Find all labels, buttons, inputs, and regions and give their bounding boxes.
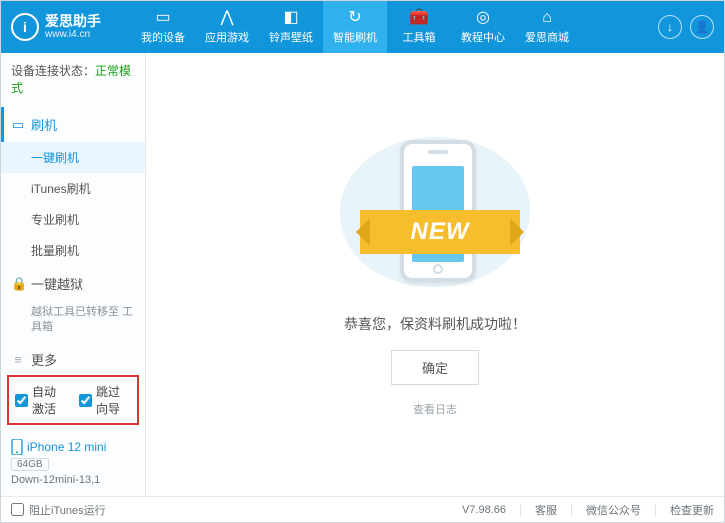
view-log-link[interactable]: 查看日志 [413,401,457,417]
footer: 阻止iTunes运行 V7.98.66 客服 微信公众号 检查更新 [1,496,724,522]
nav-apps-games[interactable]: ⋀ 应用游戏 [195,1,259,53]
nav-label: 我的设备 [141,29,185,45]
nav-tutorial[interactable]: ◎ 教程中心 [451,1,515,53]
jailbreak-note: 越狱工具已转移至 工具箱 [31,305,135,336]
phone-icon: ▭ [11,117,25,133]
device-name[interactable]: iPhone 12 mini [11,439,135,455]
nav-flash[interactable]: ↻ 智能刷机 [323,1,387,53]
wechat-link[interactable]: 微信公众号 [586,502,641,518]
main-content: NEW 恭喜您，保资料刷机成功啦！ 确定 查看日志 [146,53,724,496]
logo-icon: i [11,13,39,41]
status-label: 设备连接状态： [11,64,95,78]
toolbox-icon: 🧰 [409,10,429,26]
tutorial-icon: ◎ [476,10,490,26]
sidebar-item-itunes-flash[interactable]: iTunes刷机 [1,173,145,204]
sidebar: 设备连接状态：正常模式 ▭ 刷机 一键刷机 iTunes刷机 专业刷机 批量刷机… [1,53,146,496]
flash-icon: ↻ [348,10,361,26]
nav-my-device[interactable]: ▭ 我的设备 [131,1,195,53]
header-right: ↓ 👤 [658,15,714,39]
nav-label: 爱思商城 [525,29,569,45]
app-site: www.i4.cn [45,29,101,40]
lock-icon: 🔒 [11,276,25,292]
new-ribbon: NEW [360,210,520,254]
list-icon: ≡ [11,352,25,367]
user-button[interactable]: 👤 [690,15,714,39]
nav-label: 教程中心 [461,29,505,45]
sidebar-head-jailbreak[interactable]: 🔒 一键越狱 [1,266,145,301]
auto-activate-input[interactable] [15,394,28,407]
device-capacity: 64GB [11,458,49,471]
top-nav: ▭ 我的设备 ⋀ 应用游戏 ◧ 铃声壁纸 ↻ 智能刷机 🧰 工具箱 ◎ 教程中心 ⌂ 爱思商城 [131,1,658,53]
checkbox-label: 阻止iTunes运行 [29,502,106,518]
ok-button[interactable]: 确定 [391,350,479,385]
sidebar-head-flash[interactable]: ▭ 刷机 [1,107,145,142]
sidebar-item-batch-flash[interactable]: 批量刷机 [1,235,145,266]
nav-label: 应用游戏 [205,29,249,45]
check-update-link[interactable]: 检查更新 [670,502,714,518]
sidebar-item-pro-flash[interactable]: 专业刷机 [1,204,145,235]
sidebar-head-label: 更多 [31,350,57,369]
apps-icon: ⋀ [220,10,233,26]
checkbox-label: 自动激活 [32,383,67,417]
nav-mall[interactable]: ⌂ 爱思商城 [515,1,579,53]
connection-status: 设备连接状态：正常模式 [1,53,145,105]
phone-icon [11,439,23,455]
block-itunes-input[interactable] [11,503,24,516]
logo: i 爱思助手 www.i4.cn [11,13,131,41]
download-button[interactable]: ↓ [658,15,682,39]
device-info: iPhone 12 mini 64GB Down-12mini-13,1 [1,431,145,496]
device-name-text: iPhone 12 mini [27,440,106,454]
mall-icon: ⌂ [542,10,552,26]
skip-guide-input[interactable] [79,394,92,407]
ringtone-icon: ◧ [283,10,298,26]
nav-ringtones[interactable]: ◧ 铃声壁纸 [259,1,323,53]
sidebar-list: ▭ 刷机 一键刷机 iTunes刷机 专业刷机 批量刷机 🔒 一键越狱 越狱工具… [1,105,145,369]
checkbox-label: 跳过向导 [96,383,131,417]
flash-options-highlighted: 自动激活 跳过向导 [7,375,139,425]
success-message: 恭喜您，保资料刷机成功啦！ [344,314,526,334]
nav-toolbox[interactable]: 🧰 工具箱 [387,1,451,53]
skip-guide-checkbox[interactable]: 跳过向导 [79,383,131,417]
nav-label: 智能刷机 [333,29,377,45]
success-illustration: NEW [320,132,550,292]
device-icon: ▭ [155,10,170,26]
nav-label: 铃声壁纸 [269,29,313,45]
auto-activate-checkbox[interactable]: 自动激活 [15,383,67,417]
sidebar-head-label: 刷机 [31,115,57,134]
device-model: Down-12mini-13,1 [11,474,135,486]
customer-service-link[interactable]: 客服 [535,502,557,518]
app-title: 爱思助手 [45,14,101,29]
version-label: V7.98.66 [462,504,506,516]
sidebar-item-one-key-flash[interactable]: 一键刷机 [1,142,145,173]
block-itunes-checkbox[interactable]: 阻止iTunes运行 [11,502,106,518]
sidebar-head-more[interactable]: ≡ 更多 [1,342,145,369]
success-panel: NEW 恭喜您，保资料刷机成功啦！ 确定 查看日志 [320,132,550,417]
nav-label: 工具箱 [403,29,436,45]
sidebar-head-label: 一键越狱 [31,274,83,293]
header: i 爱思助手 www.i4.cn ▭ 我的设备 ⋀ 应用游戏 ◧ 铃声壁纸 ↻ 智能刷机… [1,1,724,53]
